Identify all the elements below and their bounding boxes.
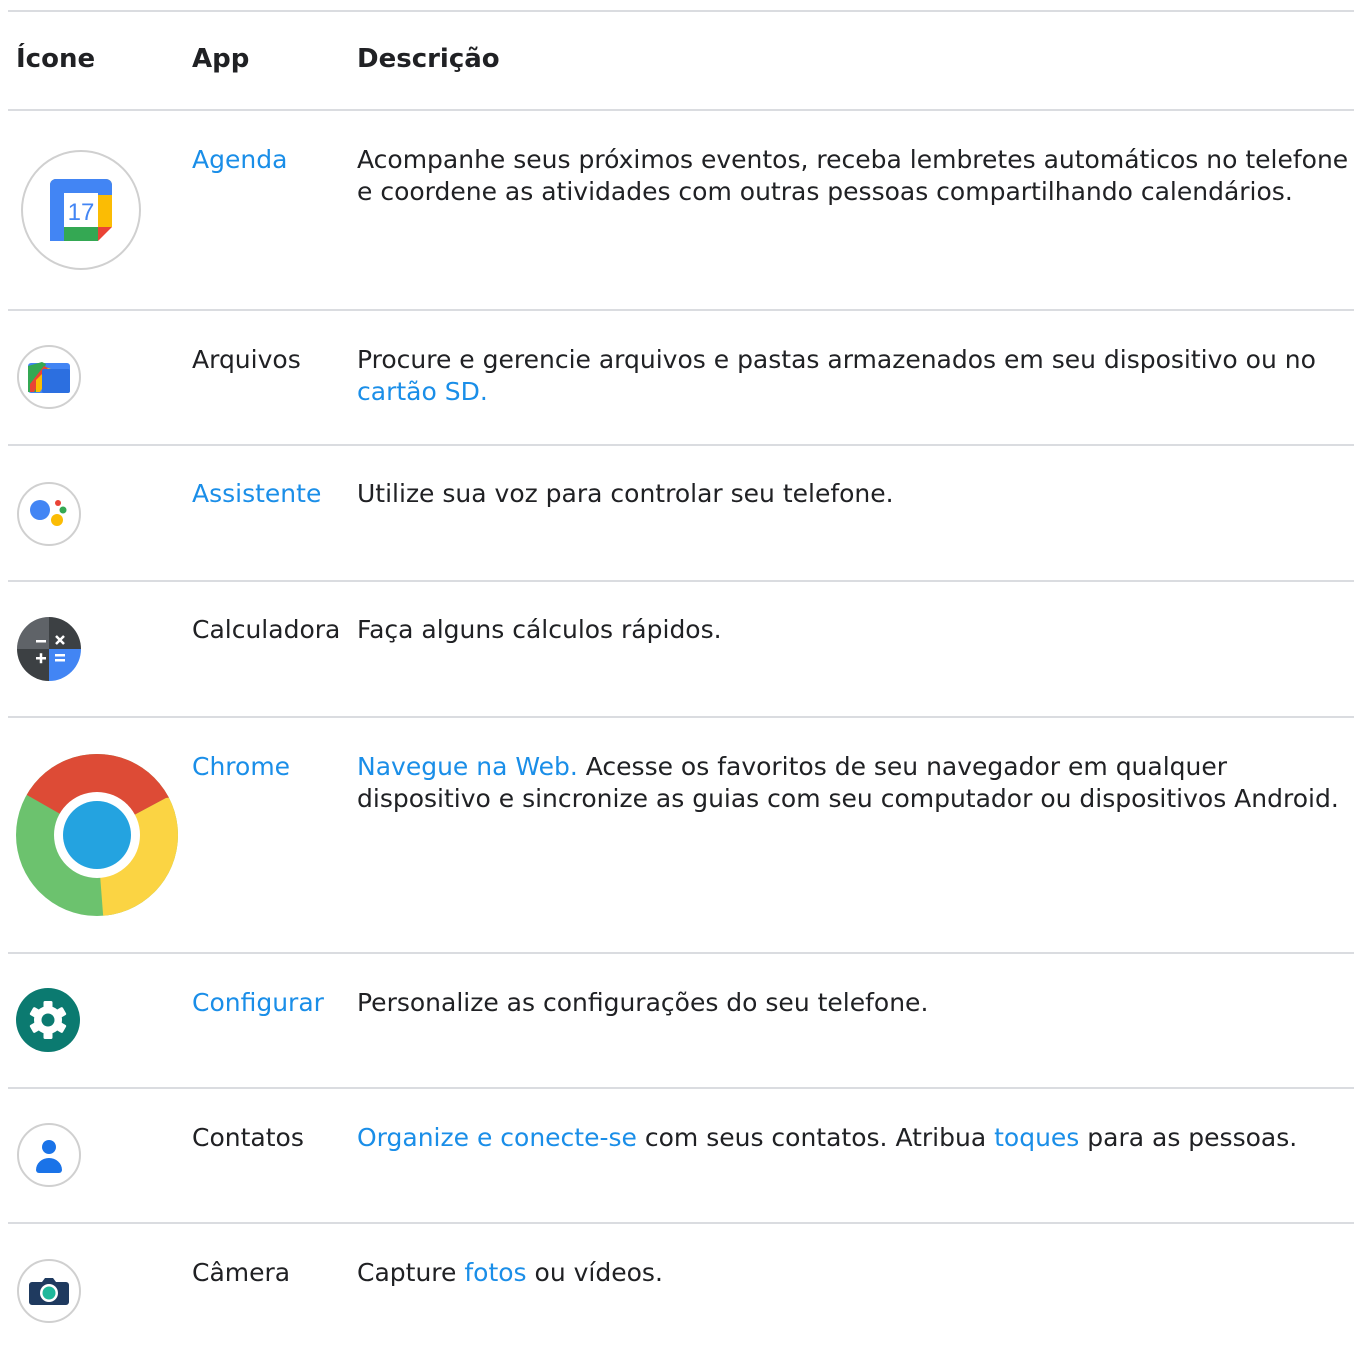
browse-web-link[interactable]: Navegue na Web. (357, 752, 578, 781)
app-link-assistente[interactable]: Assistente (192, 478, 321, 510)
table-header: Ícone App Descrição (0, 44, 1354, 84)
calendar-date-text: 17 (68, 199, 95, 226)
app-name-camera: Câmera (192, 1258, 291, 1287)
app-name-calculadora: Calculadora (192, 615, 341, 644)
column-header-app: App (192, 44, 250, 74)
app-name-contatos: Contatos (192, 1123, 304, 1152)
photos-link[interactable]: fotos (464, 1258, 526, 1287)
description-camera: Capture fotos ou vídeos. (357, 1257, 1352, 1289)
contacts-icon (16, 1122, 82, 1188)
app-link-chrome[interactable]: Chrome (192, 751, 290, 783)
description-text: Procure e gerencie arquivos e pastas arm… (357, 345, 1316, 374)
settings-icon (16, 988, 80, 1052)
description-text: Acompanhe seus próximos eventos, receba … (357, 145, 1349, 206)
description-text: com seus contatos. Atribua (636, 1123, 995, 1152)
table-row-calculadora: Calculadora Faça alguns cálculos rápidos… (0, 582, 1354, 716)
calendar-icon: 17 (20, 149, 142, 271)
table-row-configurar: Configurar Personalize as configurações … (0, 954, 1354, 1087)
description-text: Capture (357, 1258, 465, 1287)
description-text: Utilize sua voz para controlar seu telef… (357, 479, 894, 508)
assistant-icon (16, 481, 82, 547)
description-text-end: para as pessoas. (1079, 1123, 1298, 1152)
description-chrome: Navegue na Web. Acesse os favoritos de s… (357, 751, 1352, 815)
sd-card-link[interactable]: cartão SD. (357, 377, 488, 406)
table-row-chrome: Chrome Navegue na Web. Acesse os favorit… (0, 718, 1354, 952)
description-agenda: Acompanhe seus próximos eventos, receba … (357, 144, 1352, 208)
files-icon (16, 344, 82, 410)
description-text: Faça alguns cálculos rápidos. (357, 615, 722, 644)
app-link-configurar[interactable]: Configurar (192, 987, 324, 1019)
app-name-arquivos: Arquivos (192, 345, 301, 374)
table-row-assistente: Assistente Utilize sua voz para controla… (0, 446, 1354, 580)
app-link-agenda[interactable]: Agenda (192, 144, 287, 176)
column-header-icon: Ícone (16, 44, 96, 74)
description-text-end: ou vídeos. (526, 1258, 663, 1287)
ringtones-link[interactable]: toques (994, 1123, 1079, 1152)
camera-icon (16, 1258, 82, 1324)
table-row-arquivos: Arquivos Procure e gerencie arquivos e p… (0, 311, 1354, 444)
description-arquivos: Procure e gerencie arquivos e pastas arm… (357, 344, 1352, 408)
table-row-agenda: 17 Agenda Acompanhe seus próximos evento… (0, 111, 1354, 309)
column-header-description: Descrição (357, 44, 500, 74)
description-assistente: Utilize sua voz para controlar seu telef… (357, 478, 1352, 510)
table-row-contatos: Contatos Organize e conecte-se com seus … (0, 1089, 1354, 1222)
organize-connect-link[interactable]: Organize e conecte-se (357, 1123, 637, 1152)
calculator-icon (16, 616, 82, 682)
table-top-rule (8, 10, 1354, 12)
description-configurar: Personalize as configurações do seu tele… (357, 987, 1352, 1019)
description-contatos: Organize e conecte-se com seus contatos.… (357, 1122, 1352, 1154)
chrome-icon (16, 753, 178, 917)
description-text: Personalize as configurações do seu tele… (357, 988, 929, 1017)
description-calculadora: Faça alguns cálculos rápidos. (357, 614, 1352, 646)
table-row-camera: Câmera Capture fotos ou vídeos. (0, 1224, 1354, 1352)
